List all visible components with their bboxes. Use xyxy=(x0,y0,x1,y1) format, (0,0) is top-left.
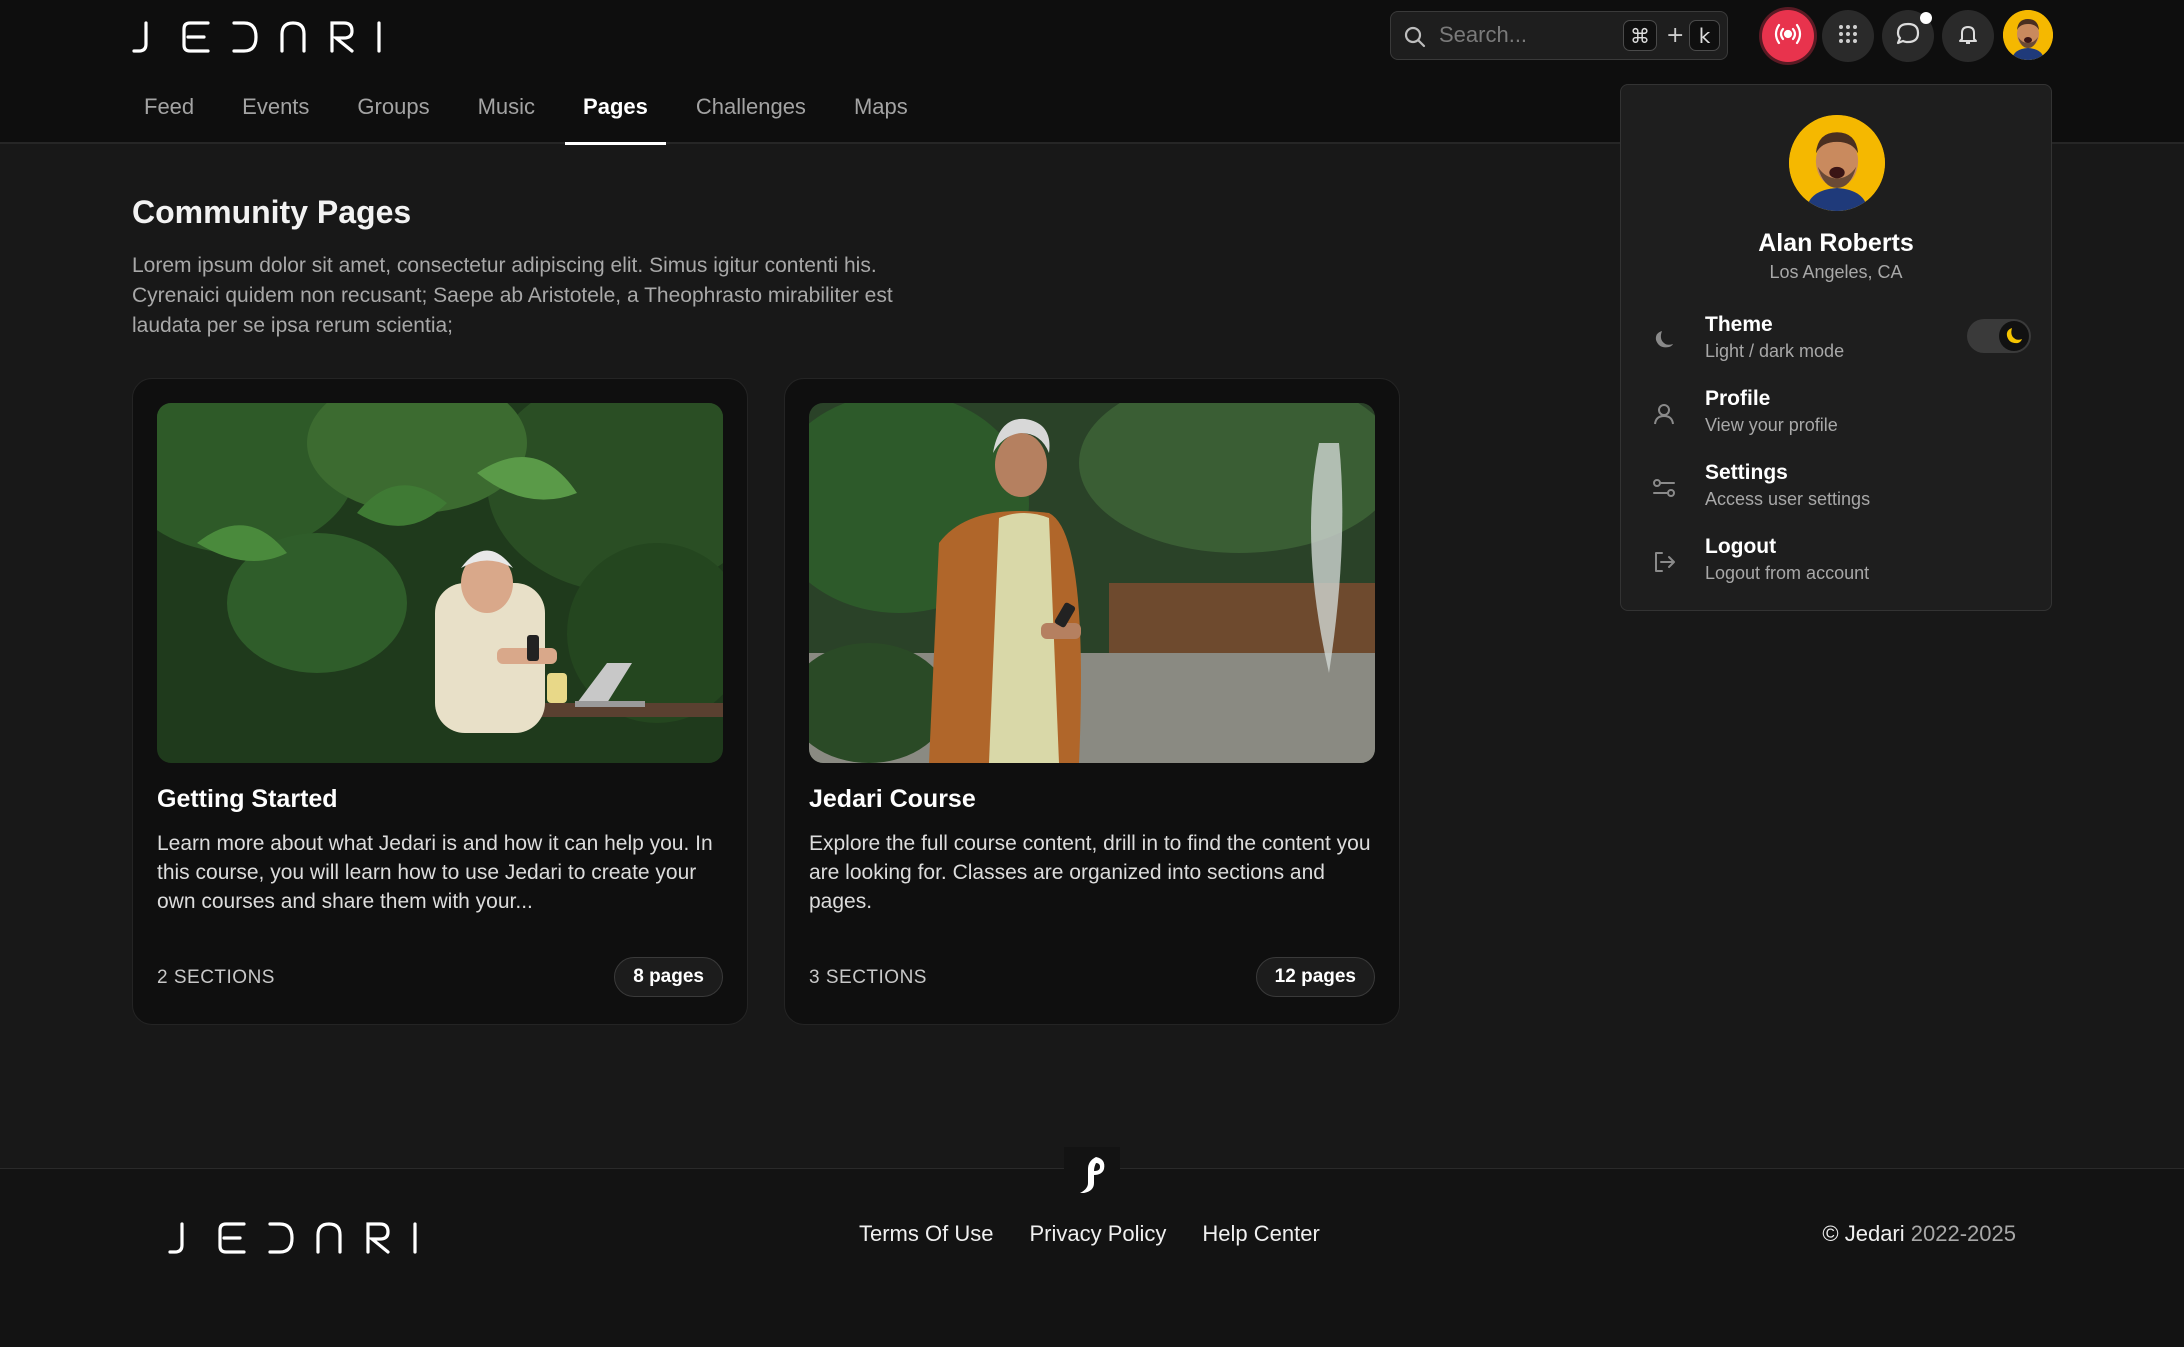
shortcut-plus: + xyxy=(1666,23,1685,48)
moon-icon xyxy=(1651,327,1677,353)
copyright-years: 2022-2025 xyxy=(1910,1221,2016,1246)
unread-dot xyxy=(1920,12,1932,24)
apps-button[interactable] xyxy=(1822,10,1874,62)
menu-item-title: Settings xyxy=(1705,461,1788,484)
menu-item-subtitle: Light / dark mode xyxy=(1705,341,1845,361)
footer-logo[interactable] xyxy=(168,1221,418,1260)
card-title: Jedari Course xyxy=(809,785,976,813)
apps-grid-icon xyxy=(1837,23,1859,50)
logout-icon xyxy=(1651,549,1677,575)
theme-toggle[interactable] xyxy=(1967,319,2031,353)
tab-groups[interactable]: Groups xyxy=(339,82,447,144)
pages-count-badge: 12 pages xyxy=(1255,957,1375,997)
tab-feed[interactable]: Feed xyxy=(126,82,212,144)
help-center-link[interactable]: Help Center xyxy=(1202,1221,1319,1247)
sliders-icon xyxy=(1651,475,1677,501)
menu-item-subtitle: View your profile xyxy=(1705,415,1838,435)
menu-item-title: Profile xyxy=(1705,387,1771,410)
jedari-logo[interactable] xyxy=(132,20,382,54)
live-button[interactable] xyxy=(1762,10,1814,62)
search-box[interactable]: ⌘ + k xyxy=(1390,11,1728,60)
card-title: Getting Started xyxy=(157,785,338,813)
card-description: Explore the full course content, drill i… xyxy=(809,832,1371,913)
chat-bubble-icon xyxy=(1895,21,1921,52)
menu-item-subtitle: Logout from account xyxy=(1705,563,1870,583)
page-description: Lorem ipsum dolor sit amet, consectetur … xyxy=(132,254,893,337)
moon-icon xyxy=(2006,328,2022,344)
card-image xyxy=(157,403,723,763)
profile-avatar xyxy=(1789,115,1885,211)
copyright: © Jedari 2022-2025 xyxy=(1822,1221,2016,1247)
footer-links: Terms Of Use Privacy Policy Help Center xyxy=(859,1221,1356,1247)
privacy-link[interactable]: Privacy Policy xyxy=(1029,1221,1166,1247)
card-image xyxy=(809,403,1375,763)
copyright-brand: © Jedari xyxy=(1822,1221,1905,1246)
tab-music[interactable]: Music xyxy=(460,82,553,144)
main-nav-tabs: Feed Events Groups Music Pages Challenge… xyxy=(126,82,938,145)
menu-item-subtitle: Access user settings xyxy=(1705,489,1871,509)
menu-item-profile[interactable]: Profile View your profile xyxy=(1651,387,2031,447)
menu-item-theme[interactable]: Theme Light / dark mode xyxy=(1651,313,2031,373)
user-location: Los Angeles, CA xyxy=(1769,262,1903,282)
tab-maps[interactable]: Maps xyxy=(836,82,926,144)
user-name: Alan Roberts xyxy=(1758,229,1914,257)
course-card-getting-started[interactable]: Getting Started Learn more about what Je… xyxy=(132,378,748,1025)
pages-count-badge: 8 pages xyxy=(614,957,723,997)
messages-button[interactable] xyxy=(1882,10,1934,62)
tab-events[interactable]: Events xyxy=(224,82,327,144)
menu-item-settings[interactable]: Settings Access user settings xyxy=(1651,461,2031,521)
menu-item-logout[interactable]: Logout Logout from account xyxy=(1651,535,2031,595)
search-icon xyxy=(1403,25,1427,54)
user-icon xyxy=(1651,401,1677,427)
sections-count: 2 SECTIONS xyxy=(157,967,275,988)
tab-pages[interactable]: Pages xyxy=(565,82,666,145)
tab-challenges[interactable]: Challenges xyxy=(678,82,824,144)
card-description: Learn more about what Jedari is and how … xyxy=(157,832,713,913)
toggle-knob xyxy=(1999,321,2029,351)
user-avatar[interactable] xyxy=(2003,10,2053,60)
command-key-badge: ⌘ xyxy=(1623,20,1657,51)
menu-item-title: Theme xyxy=(1705,313,1773,336)
jedari-emblem-icon xyxy=(1064,1147,1120,1203)
terms-link[interactable]: Terms Of Use xyxy=(859,1221,993,1247)
footer: Terms Of Use Privacy Policy Help Center … xyxy=(0,1147,2184,1347)
bell-icon xyxy=(1956,22,1980,51)
search-input[interactable] xyxy=(1439,12,1619,58)
user-menu-dropdown: Alan Roberts Los Angeles, CA Theme Light… xyxy=(1620,84,2052,611)
course-card-jedari-course[interactable]: Jedari Course Explore the full course co… xyxy=(784,378,1400,1025)
sections-count: 3 SECTIONS xyxy=(809,967,927,988)
live-broadcast-icon xyxy=(1773,19,1803,54)
page-title: Community Pages xyxy=(132,194,412,230)
notifications-button[interactable] xyxy=(1942,10,1994,62)
menu-item-title: Logout xyxy=(1705,535,1777,558)
k-key-badge: k xyxy=(1689,20,1720,51)
